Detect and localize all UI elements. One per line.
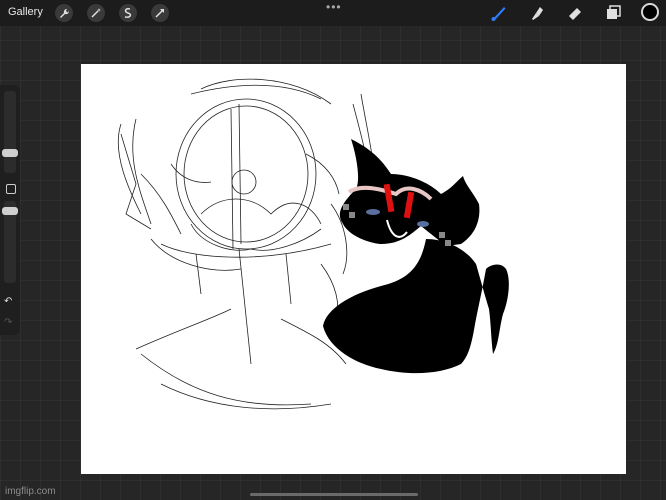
watermark: imgflip.com xyxy=(5,486,56,497)
artwork xyxy=(117,78,509,410)
layers-icon[interactable] xyxy=(603,3,623,23)
home-indicator xyxy=(250,493,418,496)
color-picker-well[interactable] xyxy=(641,3,659,21)
selection-icon[interactable] xyxy=(119,4,137,22)
gallery-button[interactable]: Gallery xyxy=(8,6,43,18)
opacity-slider[interactable] xyxy=(2,201,18,283)
brush-size-slider[interactable] xyxy=(2,91,18,173)
left-sidebar: ↶ ↷ xyxy=(0,85,20,335)
top-toolbar: Gallery ••• xyxy=(0,0,666,26)
eraser-icon[interactable] xyxy=(565,3,585,23)
undo-icon[interactable]: ↶ xyxy=(4,296,12,307)
transform-arrow-icon[interactable] xyxy=(151,4,169,22)
wrench-icon[interactable] xyxy=(55,4,73,22)
more-options-icon[interactable]: ••• xyxy=(326,0,342,14)
drawing-canvas[interactable] xyxy=(81,64,626,474)
magic-wand-icon[interactable] xyxy=(87,4,105,22)
opacity-thumb[interactable] xyxy=(2,207,18,215)
modify-button[interactable] xyxy=(6,184,16,194)
brush-icon[interactable] xyxy=(489,3,509,23)
brush-size-thumb[interactable] xyxy=(2,149,18,157)
redo-icon[interactable]: ↷ xyxy=(4,317,12,328)
sketch-lines xyxy=(117,78,377,410)
black-character xyxy=(323,139,509,374)
smudge-icon[interactable] xyxy=(527,3,547,23)
